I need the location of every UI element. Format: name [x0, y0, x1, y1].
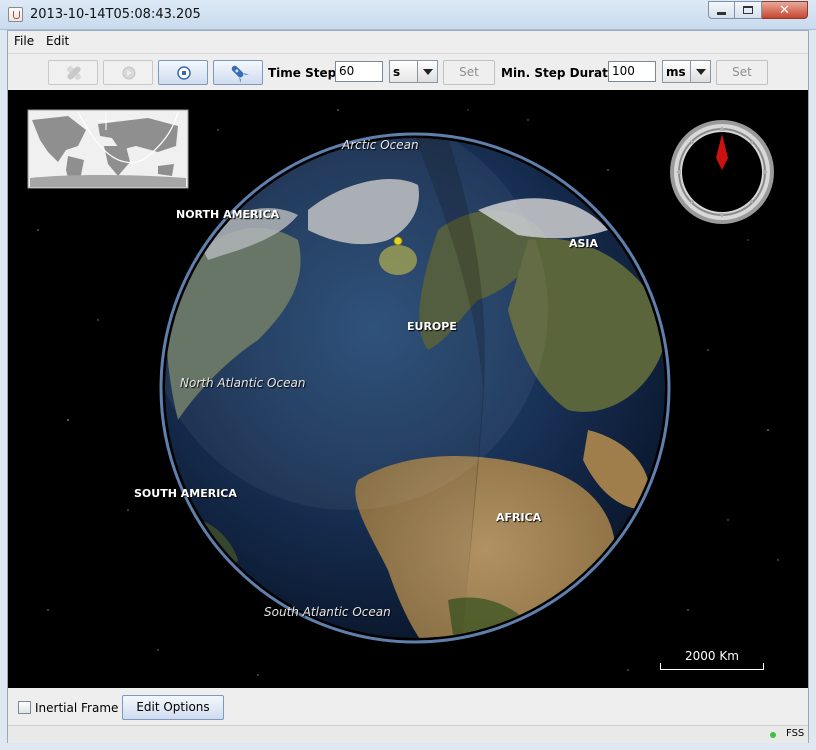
globe — [165, 138, 665, 638]
menu-file[interactable]: File — [14, 34, 34, 48]
label-europe: EUROPE — [407, 320, 457, 333]
status-bar: FSS — [8, 725, 808, 743]
label-north-atlantic-ocean: North Atlantic Ocean — [180, 376, 306, 390]
menu-bar: File Edit — [8, 31, 808, 53]
globe-viewport[interactable]: Arctic Ocean NORTH AMERICA ASIA EUROPE N… — [8, 90, 808, 688]
stop-icon — [177, 66, 191, 80]
maximize-button[interactable] — [735, 1, 762, 19]
label-south-america: SOUTH AMERICA — [134, 487, 237, 500]
main-frame: File Edit Time Step: 60 s Set Min. Step … — [7, 30, 809, 743]
play-button[interactable] — [103, 60, 153, 85]
satellite-marker[interactable] — [393, 236, 403, 246]
minimize-button[interactable] — [708, 1, 735, 19]
time-step-unit-value: s — [393, 65, 401, 79]
maximize-icon — [743, 6, 753, 14]
close-button[interactable]: ✕ — [762, 1, 808, 19]
satellite-footprint — [379, 245, 417, 275]
world-minimap[interactable] — [27, 109, 189, 189]
time-step-unit-select[interactable]: s — [389, 60, 438, 83]
globe-canvas — [27, 109, 779, 676]
edit-options-button[interactable]: Edit Options — [122, 695, 224, 720]
scale-line — [660, 663, 764, 670]
window-controls: ✕ — [708, 1, 808, 19]
close-icon: ✕ — [779, 2, 790, 18]
scale-text: 2000 Km — [685, 649, 739, 663]
time-step-input[interactable]: 60 — [335, 61, 383, 82]
label-south-atlantic-ocean: South Atlantic Ocean — [264, 605, 391, 619]
label-arctic-ocean: Arctic Ocean — [342, 138, 419, 152]
rocket-icon — [231, 65, 249, 83]
chevron-down-icon — [690, 61, 710, 82]
time-step-set-button[interactable]: Set — [443, 60, 495, 85]
time-step-label: Time Step: — [268, 66, 342, 80]
play-icon — [122, 66, 136, 80]
min-step-unit-select[interactable]: ms — [662, 60, 711, 83]
min-step-set-button[interactable]: Set — [716, 60, 768, 85]
label-north-america: NORTH AMERICA — [176, 208, 280, 221]
compass[interactable] — [670, 120, 774, 224]
min-step-duration-input[interactable]: 100 — [608, 61, 656, 82]
status-indicator-icon — [770, 732, 776, 738]
label-asia: ASIA — [569, 237, 599, 250]
label-africa: AFRICA — [496, 511, 542, 524]
min-step-unit-value: ms — [666, 65, 686, 79]
satellite-icon — [67, 66, 81, 80]
minimize-icon — [717, 11, 726, 15]
title-bar: 2013-10-14T05:08:43.205 ✕ — [0, 0, 816, 30]
chevron-down-icon — [417, 61, 437, 82]
menu-edit[interactable]: Edit — [46, 34, 69, 48]
toolbar: Time Step: 60 s Set Min. Step Duration 1… — [8, 53, 808, 90]
status-text: FSS — [786, 728, 805, 739]
satellite-button[interactable] — [48, 60, 98, 85]
stop-button[interactable] — [158, 60, 208, 85]
window-title: 2013-10-14T05:08:43.205 — [30, 7, 201, 22]
bottom-bar: Inertial Frame Edit Options — [8, 688, 808, 725]
java-app-icon — [8, 7, 23, 22]
inertial-frame-label[interactable]: Inertial Frame — [35, 701, 118, 715]
scale-bar: 2000 Km — [660, 649, 764, 670]
inertial-frame-checkbox[interactable] — [18, 701, 31, 714]
rocket-button[interactable] — [213, 60, 263, 85]
